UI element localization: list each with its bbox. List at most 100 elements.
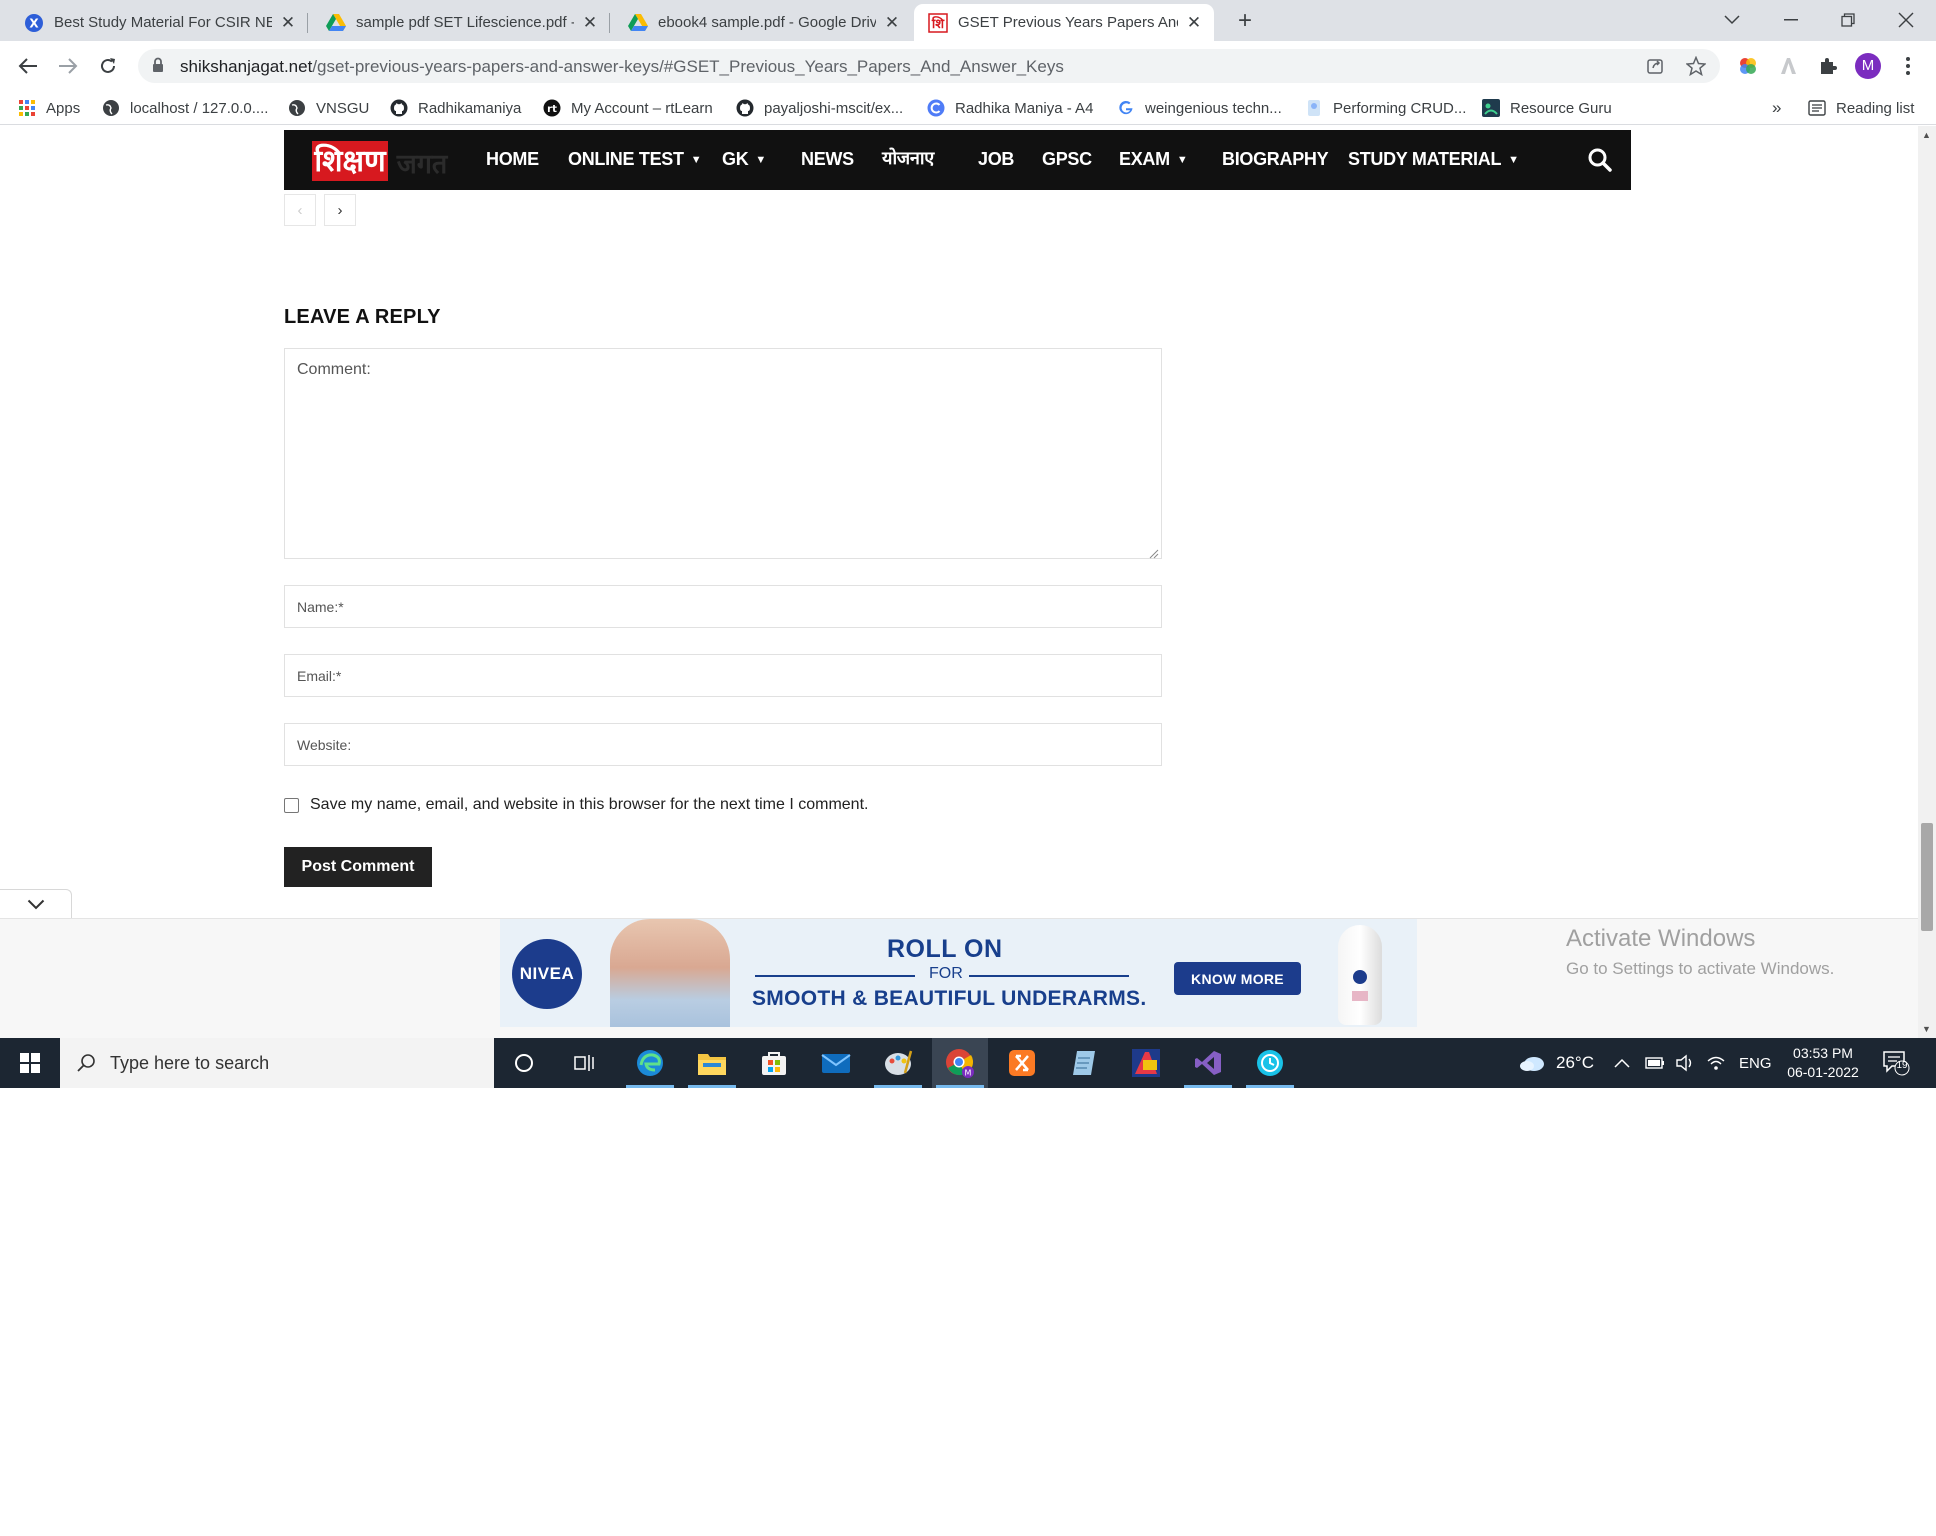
name-field[interactable]: Name:* [284,585,1162,628]
tab-gset-active[interactable]: शि GSET Previous Years Papers And A ✕ [914,4,1214,41]
extensions-puzzle-icon[interactable] [1814,52,1842,80]
taskbar-edge[interactable] [622,1038,678,1088]
website-field[interactable]: Website: [284,723,1162,766]
post-comment-button[interactable]: Post Comment [284,847,432,887]
web-page: शिक्षण जगत HOME ONLINE TEST ▼ GK ▼ NEWS यो… [0,126,1936,1038]
forward-button[interactable] [54,52,82,80]
new-tab-button[interactable]: + [1232,9,1258,35]
taskbar-paint[interactable] [870,1038,926,1088]
menu-kebab-icon[interactable] [1894,52,1922,80]
site-logo[interactable]: शिक्षण जगत [312,138,456,184]
bookmark-weingenious[interactable]: weingenious techn... [1117,98,1282,118]
bookmark-apps[interactable]: Apps [18,98,80,118]
show-hidden-icons-button[interactable] [1614,1038,1630,1088]
bookmark-resource-guru[interactable]: Resource Guru [1482,98,1612,118]
c-logo-icon [927,99,945,117]
bookmark-star-icon[interactable] [1685,55,1707,77]
restore-button[interactable] [1821,0,1875,40]
input-language[interactable]: ENG [1739,1038,1772,1088]
nav-yojana[interactable]: योजनाए [882,146,934,170]
nav-job[interactable]: JOB [978,149,1014,170]
url-text[interactable]: shikshanjagat.net/gset-previous-years-pa… [180,57,1064,77]
tab-ebook4[interactable]: ebook4 sample.pdf - Google Drive ✕ [614,4,912,41]
email-field[interactable]: Email:* [284,654,1162,697]
nav-news[interactable]: NEWS [801,149,854,170]
taskbar-visual-studio[interactable] [1180,1038,1236,1088]
save-info-checkbox[interactable] [284,798,299,813]
back-button[interactable] [14,52,42,80]
tab-sample-pdf[interactable]: sample pdf SET Lifescience.pdf - G ✕ [312,4,610,41]
taskbar-bluej[interactable] [1118,1038,1174,1088]
bookmark-label: weingenious techn... [1145,99,1282,117]
profile-avatar[interactable]: M [1855,53,1881,79]
bookmark-rtlearn[interactable]: rt My Account – rtLearn [543,98,713,118]
bookmark-payaljoshi[interactable]: payaljoshi-mscit/ex... [736,98,903,118]
taskbar-time-tracker[interactable] [1242,1038,1298,1088]
chevron-down-icon [27,899,44,910]
share-icon[interactable] [1644,55,1666,77]
activate-windows-title: Activate Windows [1566,925,1756,952]
bookmark-radhika-a4[interactable]: Radhika Maniya - A4 [927,98,1093,118]
svg-text:M: M [965,1069,972,1078]
volume-icon[interactable] [1675,1038,1695,1088]
color-picker-extension-icon[interactable] [1734,52,1762,80]
close-tab-icon[interactable]: ✕ [882,13,902,33]
next-page-button[interactable]: › [324,194,356,226]
close-window-button[interactable] [1879,0,1933,40]
system-clock[interactable]: 03:53 PM 06-01-2022 [1778,1044,1868,1082]
comment-textarea[interactable]: Comment: [284,348,1162,559]
website-placeholder: Website: [297,736,352,753]
notification-center-button[interactable]: 19 [1882,1038,1910,1088]
address-bar[interactable]: shikshanjagat.net/gset-previous-years-pa… [138,49,1720,83]
reload-button[interactable] [94,52,122,80]
save-info-label[interactable]: Save my name, email, and website in this… [310,796,868,814]
svg-text:X: X [29,16,39,30]
bookmark-localhost[interactable]: localhost / 127.0.0.... [102,98,268,118]
cortana-button[interactable] [496,1038,552,1088]
close-tab-icon[interactable]: ✕ [1184,13,1204,33]
taskbar-mail[interactable] [808,1038,864,1088]
wifi-icon[interactable] [1706,1038,1726,1088]
start-button[interactable] [0,1038,60,1088]
page-scrollbar[interactable]: ▲ ▼ [1918,126,1936,1038]
taskbar-chrome[interactable]: M [932,1038,988,1088]
nav-biography[interactable]: BIOGRAPHY [1222,149,1329,170]
search-icon[interactable] [1587,147,1613,173]
nav-exam[interactable]: EXAM ▼ [1119,149,1188,170]
bookmark-radhikamaniya[interactable]: Radhikamaniya [390,98,521,118]
bookmark-vnsgu[interactable]: VNSGU [288,98,369,118]
chevron-down-icon: ▼ [755,153,766,166]
lock-icon[interactable] [152,57,164,78]
scroll-up-arrow-icon[interactable]: ▲ [1922,130,1931,140]
tab-search-chevron-icon[interactable] [1705,0,1759,40]
close-tab-icon[interactable]: ✕ [278,13,298,33]
ad-know-more-button[interactable]: KNOW MORE [1174,962,1301,995]
nav-label: ONLINE TEST [568,149,684,169]
more-bookmarks-button[interactable]: » [1772,98,1781,118]
nav-home[interactable]: HOME [486,149,539,170]
minimize-button[interactable] [1764,0,1818,40]
tab-csir-net[interactable]: X Best Study Material For CSIR NET ✕ [10,4,308,41]
scrollbar-thumb[interactable] [1921,823,1933,931]
collapse-ad-button[interactable] [0,889,72,919]
nav-study-material[interactable]: STUDY MATERIAL ▼ [1348,149,1519,170]
nivea-ad[interactable]: NIVEA ROLL ON FOR SMOOTH & BEAUTIFUL UND… [500,919,1417,1027]
nav-online-test[interactable]: ONLINE TEST ▼ [568,149,702,170]
prev-page-button[interactable]: ‹ [284,194,316,226]
nav-gpsc[interactable]: GPSC [1042,149,1092,170]
taskbar-notepad[interactable] [1056,1038,1112,1088]
taskbar-store[interactable] [746,1038,802,1088]
task-view-button[interactable] [556,1038,612,1088]
battery-icon[interactable] [1645,1038,1665,1088]
taskbar-search-box[interactable]: Type here to search [60,1038,494,1088]
taskbar-xampp[interactable] [994,1038,1050,1088]
bookmark-performing-crud[interactable]: Performing CRUD... [1305,98,1466,118]
taskbar-file-explorer[interactable] [684,1038,740,1088]
grey-extension-icon[interactable] [1774,52,1802,80]
scroll-down-arrow-icon[interactable]: ▼ [1922,1024,1931,1034]
reading-list-button[interactable]: Reading list [1808,98,1914,118]
weather-widget[interactable]: 26°C [1518,1038,1594,1088]
nav-gk[interactable]: GK ▼ [722,149,766,170]
close-tab-icon[interactable]: ✕ [580,13,600,33]
resize-handle-icon[interactable] [1149,546,1159,559]
